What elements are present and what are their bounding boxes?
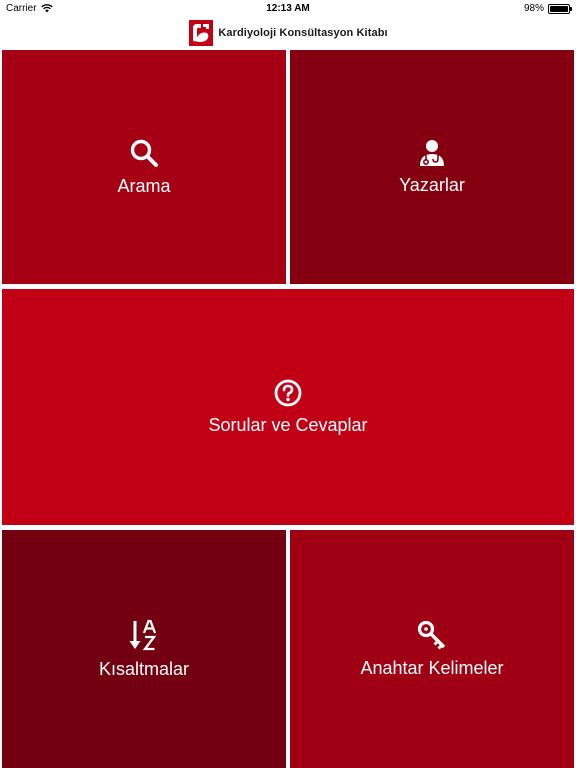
status-right: 98% (523, 3, 572, 14)
tile-label-sorular: Sorular ve Cevaplar (208, 414, 368, 435)
battery-fill (550, 5, 568, 12)
heart-logo-icon (189, 20, 214, 46)
doctor-icon (420, 139, 444, 166)
battery-percent: 98% (523, 3, 544, 14)
status-bar: Carrier 12:13 AM 98% (0, 0, 576, 18)
tile-label-arama: Arama (117, 175, 171, 196)
tile-label-yazarlar: Yazarlar (399, 174, 465, 195)
question-icon (274, 379, 302, 406)
tile-label-kisaltmalar: Kısaltmalar (98, 658, 190, 679)
nav-bar: Kardiyoloji Konsültasyon Kitabı (0, 18, 576, 48)
tile-sorular-ve-cevaplar[interactable]: Sorular ve Cevaplar (2, 289, 574, 525)
sort-az-icon (129, 619, 157, 650)
tile-yazarlar[interactable]: Yazarlar (290, 50, 574, 284)
key-icon (417, 620, 446, 650)
tile-anahtar-kelimeler[interactable]: Anahtar Kelimeler (290, 530, 574, 768)
search-icon (130, 139, 158, 167)
tile-kisaltmalar[interactable]: Kısaltmalar (2, 530, 286, 768)
tile-arama[interactable]: Arama (2, 50, 286, 284)
battery-icon (548, 3, 572, 14)
tile-label-anahtar: Anahtar Kelimeler (360, 657, 504, 678)
status-time: 12:13 AM (266, 3, 310, 14)
app-title: Kardiyoloji Konsültasyon Kitabı (218, 27, 388, 39)
